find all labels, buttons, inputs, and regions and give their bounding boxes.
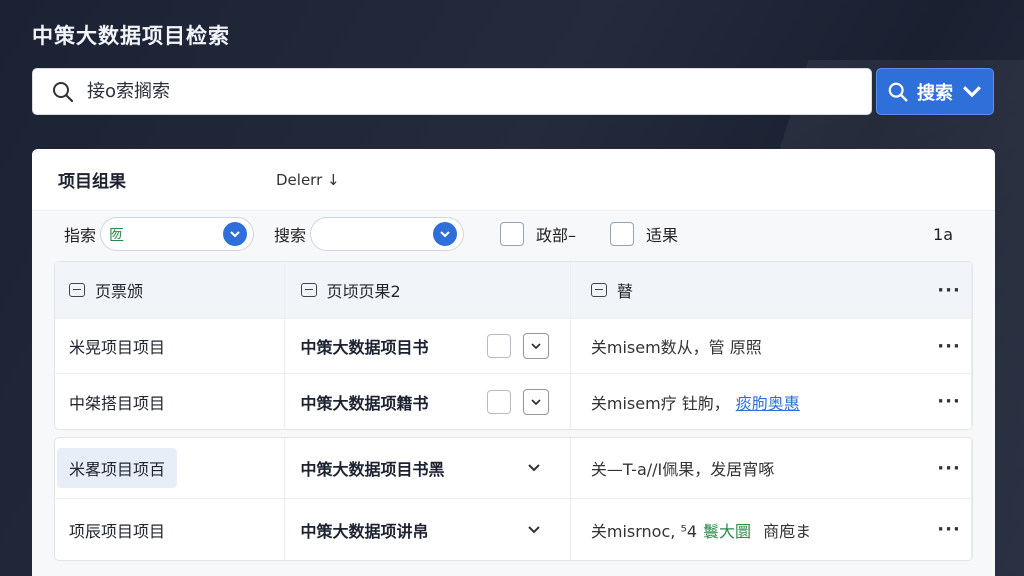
search-icon (888, 82, 908, 101)
column-header-label: 页票颁 (95, 282, 144, 301)
row-desc-link[interactable]: 痰朐奥惠 (736, 390, 800, 414)
panel-header: 项目组果 Delerr ↓ (32, 149, 995, 211)
row-name-label: 米畧项目项百 (57, 448, 178, 488)
row-name: 米晃项目项目 (55, 319, 285, 373)
row-desc: 关misem疗 钍朐， 痰朐奥惠 (571, 374, 927, 429)
table-row[interactable]: 中桀搭目项目 中策大数据项籍书 关misem疗 钍朐， 痰朐奥惠 ··· (55, 374, 972, 429)
more-icon[interactable]: ··· (927, 319, 972, 373)
chevron-down-icon (527, 464, 540, 472)
sort-dropdown[interactable]: Delerr ↓ (276, 171, 340, 189)
more-icon[interactable]: ··· (927, 438, 972, 498)
filter2-select[interactable] (310, 217, 465, 251)
row-expand[interactable] (523, 523, 545, 537)
more-icon[interactable]: ··· (927, 374, 972, 429)
row-desc-tail: 商庖ま (763, 521, 812, 541)
results-panel: 项目组果 Delerr ↓ 指索 匢 搜索 政部– 适果 1a 页票颁 页顷页果… (32, 149, 995, 576)
page-title: 中策大数据项目检索 (32, 24, 230, 48)
row-project-label: 中策大数据项讲帛 (300, 521, 429, 541)
chevron-down-icon (530, 398, 541, 405)
row-project: 中策大数据项目书黑 (285, 438, 571, 498)
row-desc-text: 关misrnoc, ⁵4 (590, 521, 698, 541)
row-name: 米畧项目项百 (55, 438, 285, 498)
check1-group[interactable]: 政部– (500, 222, 576, 246)
results-table-1: 页票颁 页顷页果2 瞽 ··· 米晃项目项目 中策大数据项目书 关misem数从… (54, 261, 973, 430)
row-dropdown[interactable] (522, 388, 549, 415)
row-desc-text: 关misem疗 钍朐， (590, 393, 730, 413)
table-row[interactable]: 项辰项目项目 中策大数据项讲帛 关misrnoc, ⁵4 鬟大圜 商庖ま ··· (55, 499, 972, 560)
filter1-select[interactable]: 匢 (100, 217, 255, 251)
column-icon (69, 283, 85, 297)
chevron-down-icon (527, 525, 540, 533)
row-desc: 关misem数从，管 原照 (571, 319, 927, 373)
row-name: 中桀搭目项目 (55, 374, 285, 429)
table-row[interactable]: 米畧项目项百 中策大数据项目书黑 关—T-a//I佩果，发居宵啄 ··· (55, 438, 972, 499)
check2-group[interactable]: 适果 (610, 222, 678, 246)
row-expand[interactable] (523, 461, 545, 475)
column-header-label: 瞽 (616, 282, 633, 301)
table-header-row: 页票颁 页顷页果2 瞽 ··· (55, 262, 972, 319)
filter1-value: 匢 (109, 225, 125, 244)
search-box[interactable] (32, 68, 872, 115)
table-row[interactable]: 米晃项目项目 中策大数据项目书 关misem数从，管 原照 ··· (55, 319, 972, 374)
search-input[interactable] (87, 81, 847, 102)
column-header[interactable]: 页顷页果2 (285, 262, 571, 318)
row-dropdown[interactable] (522, 333, 549, 359)
row-project: 中策大数据项目书 (285, 319, 571, 373)
row-desc: 关misrnoc, ⁵4 鬟大圜 商庖ま (571, 499, 927, 560)
row-desc-text: 关misem数从，管 原照 (590, 338, 762, 357)
results-table-2: 米畧项目项百 中策大数据项目书黑 关—T-a//I佩果，发居宵啄 ··· 项辰项… (54, 437, 973, 561)
column-icon (300, 283, 317, 297)
column-header-label: 页顷页果2 (326, 282, 401, 301)
filter-bar: 指索 匢 搜索 政部– 适果 1a (32, 211, 995, 257)
column-header[interactable]: 页票颁 (55, 262, 285, 318)
check1-label: 政部– (536, 226, 577, 245)
more-icon[interactable]: ··· (927, 499, 972, 560)
row-project-label: 中策大数据项目书 (300, 338, 429, 357)
search-icon (53, 81, 74, 102)
row-desc: 关—T-a//I佩果，发居宵啄 (571, 438, 927, 498)
chevron-down-icon (530, 343, 541, 350)
column-header[interactable]: 瞽 (571, 262, 927, 318)
search-button[interactable]: 搜索 (876, 68, 994, 115)
check2-checkbox[interactable] (610, 222, 635, 246)
row-project: 中策大数据项籍书 (285, 374, 571, 429)
more-icon[interactable]: ··· (927, 262, 972, 318)
result-count: 1a (933, 224, 953, 244)
row-project: 中策大数据项讲帛 (285, 499, 571, 560)
row-checkbox[interactable] (486, 334, 511, 358)
filter1-label: 指索 (64, 226, 97, 245)
row-project-label: 中策大数据项目书黑 (300, 460, 445, 479)
chevron-down-icon (433, 222, 458, 246)
row-project-label: 中策大数据项籍书 (300, 393, 429, 413)
row-name: 项辰项目项目 (55, 499, 285, 560)
row-desc-tag: 鬟大圜 (703, 521, 752, 541)
column-icon (590, 283, 607, 297)
row-desc-text: 关—T-a//I佩果，发居宵啄 (590, 460, 775, 479)
panel-title: 项目组果 (58, 172, 126, 192)
row-checkbox[interactable] (486, 389, 511, 414)
chevron-down-icon (963, 85, 981, 97)
filter2-label: 搜索 (274, 226, 307, 245)
search-button-label: 搜索 (917, 82, 953, 104)
chevron-down-icon (223, 222, 248, 246)
check2-label: 适果 (646, 226, 679, 245)
check1-checkbox[interactable] (500, 222, 525, 246)
